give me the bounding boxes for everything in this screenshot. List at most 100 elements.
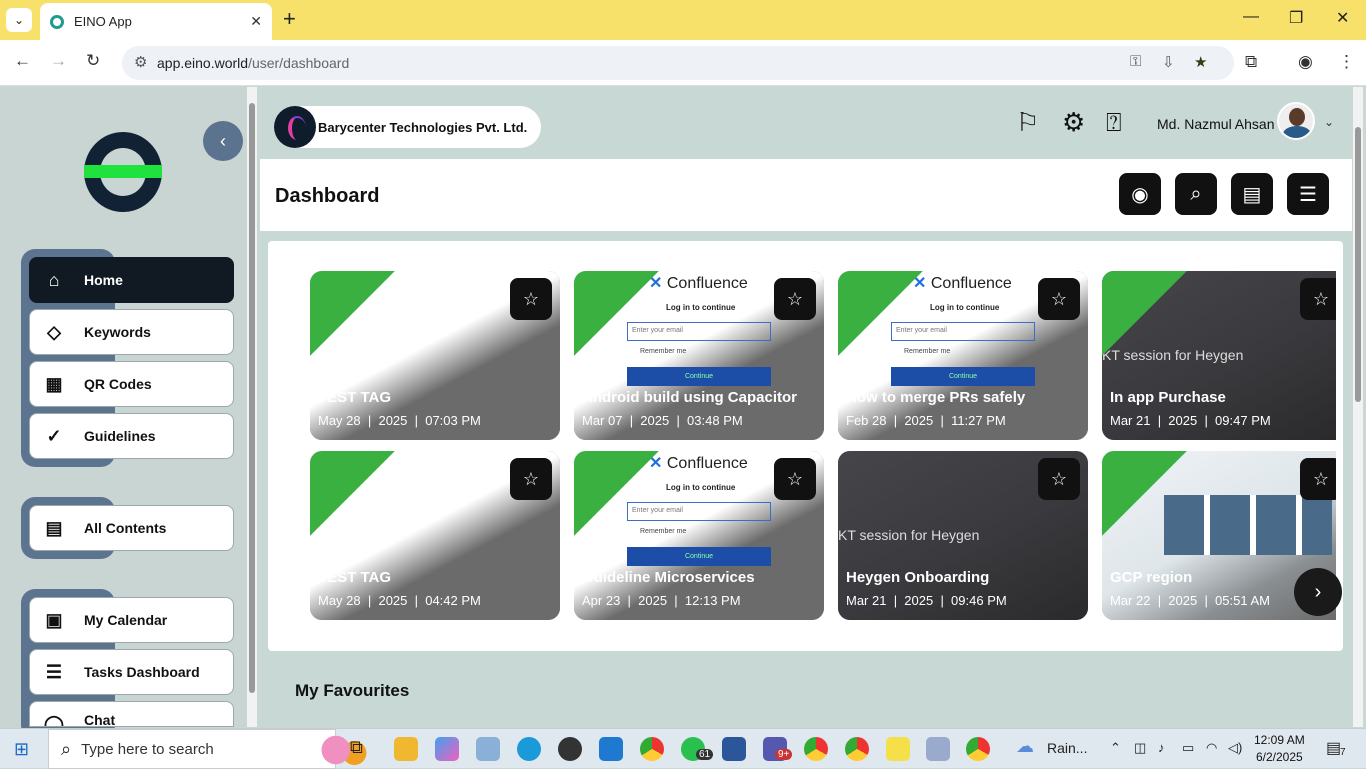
battery-icon[interactable]: ▭ — [1182, 740, 1194, 756]
task-view-icon[interactable]: ⧉ — [350, 737, 363, 758]
content-card[interactable]: KT session for Heygen ☆ In app Purchase … — [1102, 271, 1336, 440]
site-info-icon[interactable]: ⚙ — [134, 53, 147, 71]
document-button[interactable]: ▤ — [1231, 173, 1273, 215]
forward-icon[interactable]: → — [50, 51, 67, 71]
close-tab-icon[interactable]: ✕ — [250, 13, 262, 30]
chrome-active-icon[interactable] — [966, 737, 990, 761]
chrome-profile-icon[interactable] — [845, 737, 869, 761]
wifi-icon[interactable]: ◠ — [1206, 740, 1217, 756]
paint-icon[interactable] — [926, 737, 950, 761]
user-name[interactable]: Md. Nazmul Ahsan — [1157, 116, 1275, 132]
content-card[interactable]: ☆ TEST TAG May 28 | 2025 | 07:03 PM — [310, 271, 560, 440]
word-icon[interactable] — [722, 737, 746, 761]
search-icon: ⌕ — [61, 738, 72, 759]
content-card[interactable]: ✕ Confluence Log in to continue Enter yo… — [574, 451, 824, 620]
system-clock[interactable]: 12:09 AM 6/2/2025 — [1254, 732, 1305, 766]
url-bar[interactable]: ⚙ app.eino.world/user/dashboard ⚿ ⇩ ★ — [122, 46, 1234, 80]
favourite-star-button[interactable]: ☆ — [1038, 278, 1080, 320]
flag-icon[interactable]: ⚐ — [1016, 107, 1039, 138]
sidebar-item-home[interactable]: ⌂ Home — [29, 257, 234, 303]
chevron-down-icon[interactable]: ⌄ — [1324, 115, 1334, 129]
notification-icon[interactable]: ▤ — [1326, 738, 1341, 758]
sidebar-item-keywords[interactable]: ◇ Keywords — [29, 309, 234, 355]
eino-logo — [84, 132, 162, 212]
card-title: In app Purchase — [1110, 389, 1226, 406]
sidebar-item-label: All Contents — [84, 520, 167, 536]
chrome-icon[interactable] — [640, 737, 664, 761]
taskbar-search[interactable]: ⌕ Type here to search — [48, 729, 373, 769]
file-explorer-icon[interactable] — [394, 737, 418, 761]
favourite-star-button[interactable]: ☆ — [1300, 278, 1336, 320]
content-card[interactable]: ✕ Confluence Log in to continue Enter yo… — [574, 271, 824, 440]
browser-menu-icon[interactable]: ⋮ — [1338, 52, 1355, 72]
sidebar-scrollbar[interactable] — [247, 87, 257, 727]
thumb-text: Remember me — [904, 348, 951, 355]
chrome-profile-icon[interactable] — [804, 737, 828, 761]
carousel-next-button[interactable]: › — [1294, 568, 1342, 616]
sidebar: ‹ ⌂ Home ◇ Keywords ▦ QR Codes ✓ Guideli… — [0, 87, 246, 739]
app-icon[interactable] — [886, 737, 910, 761]
tab-search-button[interactable]: ⌄ — [6, 8, 32, 32]
card-datetime: Mar 07 | 2025 | 03:48 PM — [582, 413, 743, 428]
windows-start-icon[interactable]: ⊞ — [14, 739, 29, 760]
favourite-star-button[interactable]: ☆ — [510, 278, 552, 320]
favourite-star-button[interactable]: ☆ — [774, 458, 816, 500]
camera-icon[interactable]: ◫ — [1134, 740, 1146, 756]
profile-icon[interactable]: ◉ — [1298, 52, 1313, 72]
minimize-icon[interactable]: — — [1243, 8, 1259, 26]
search-placeholder: Type here to search — [81, 740, 214, 758]
sidebar-item-all-contents[interactable]: ▤ All Contents — [29, 505, 234, 551]
thumb-text: Continue — [627, 547, 771, 566]
content-card[interactable]: ☆ TEST TAG May 28 | 2025 | 04:42 PM — [310, 451, 560, 620]
sidebar-item-my-calendar[interactable]: ▣ My Calendar — [29, 597, 234, 643]
obs-icon[interactable] — [558, 737, 582, 761]
favourite-star-button[interactable]: ☆ — [1038, 458, 1080, 500]
sidebar-item-qr-codes[interactable]: ▦ QR Codes — [29, 361, 234, 407]
app-icon[interactable] — [476, 737, 500, 761]
new-tab-button[interactable]: + — [283, 8, 296, 30]
weather-text[interactable]: Rain... — [1047, 740, 1087, 756]
confluence-logo: ✕ Confluence — [649, 455, 748, 472]
settings-gear-icon[interactable]: ⚙ — [1062, 107, 1085, 138]
record-button[interactable]: ◉ — [1119, 173, 1161, 215]
thumb-text: Enter your email — [891, 322, 1035, 341]
vscode-icon[interactable] — [599, 737, 623, 761]
extensions-icon[interactable]: ⧉ — [1245, 52, 1257, 72]
thumb-text: Log in to continue — [666, 303, 736, 312]
copilot-icon[interactable] — [435, 737, 459, 761]
collapse-sidebar-button[interactable]: ‹ — [203, 121, 243, 161]
content-card[interactable]: KT session for Heygen ☆ Heygen Onboardin… — [838, 451, 1088, 620]
back-icon[interactable]: ← — [14, 51, 31, 71]
help-icon[interactable]: ⍰ — [1106, 107, 1122, 139]
sidebar-item-label: Home — [84, 272, 123, 288]
weather-icon[interactable]: ☁ — [1016, 736, 1034, 757]
favourite-star-button[interactable]: ☆ — [1300, 458, 1336, 500]
avatar[interactable] — [1277, 102, 1315, 140]
search-button[interactable]: ⌕ — [1175, 173, 1217, 215]
edge-icon[interactable] — [517, 737, 541, 761]
sidebar-item-tasks-dashboard[interactable]: ☰ Tasks Dashboard — [29, 649, 234, 695]
password-key-icon[interactable]: ⚿ — [1130, 53, 1141, 70]
restore-icon[interactable]: ❐ — [1289, 8, 1303, 28]
bookmark-star-icon[interactable]: ★ — [1194, 53, 1207, 71]
tag-icon: ◇ — [47, 321, 61, 342]
organization-switcher[interactable]: Barycenter Technologies Pvt. Ltd. — [274, 106, 541, 148]
sidebar-item-chat[interactable]: ◯ Chat — [29, 701, 234, 727]
sidebar-item-guidelines[interactable]: ✓ Guidelines — [29, 413, 234, 459]
volume-icon[interactable]: ◁) — [1228, 740, 1242, 756]
main-scrollbar[interactable] — [1353, 87, 1363, 727]
close-window-icon[interactable]: ✕ — [1336, 8, 1349, 28]
browser-tab[interactable]: EINO App ✕ — [40, 3, 272, 40]
url-text[interactable]: app.eino.world/user/dashboard — [157, 55, 349, 71]
search-highlight-image — [311, 735, 373, 765]
sidebar-item-label: Tasks Dashboard — [84, 664, 200, 680]
layout-button[interactable]: ☰ — [1287, 173, 1329, 215]
favourite-star-button[interactable]: ☆ — [774, 278, 816, 320]
favourite-star-button[interactable]: ☆ — [510, 458, 552, 500]
reload-icon[interactable]: ↻ — [86, 51, 100, 71]
install-app-icon[interactable]: ⇩ — [1162, 53, 1175, 71]
thumb-text: Remember me — [640, 348, 687, 355]
content-card[interactable]: ✕ Confluence Log in to continue Enter yo… — [838, 271, 1088, 440]
microphone-icon[interactable]: ♪ — [1158, 740, 1165, 755]
tray-chevron-icon[interactable]: ⌃ — [1110, 740, 1121, 756]
